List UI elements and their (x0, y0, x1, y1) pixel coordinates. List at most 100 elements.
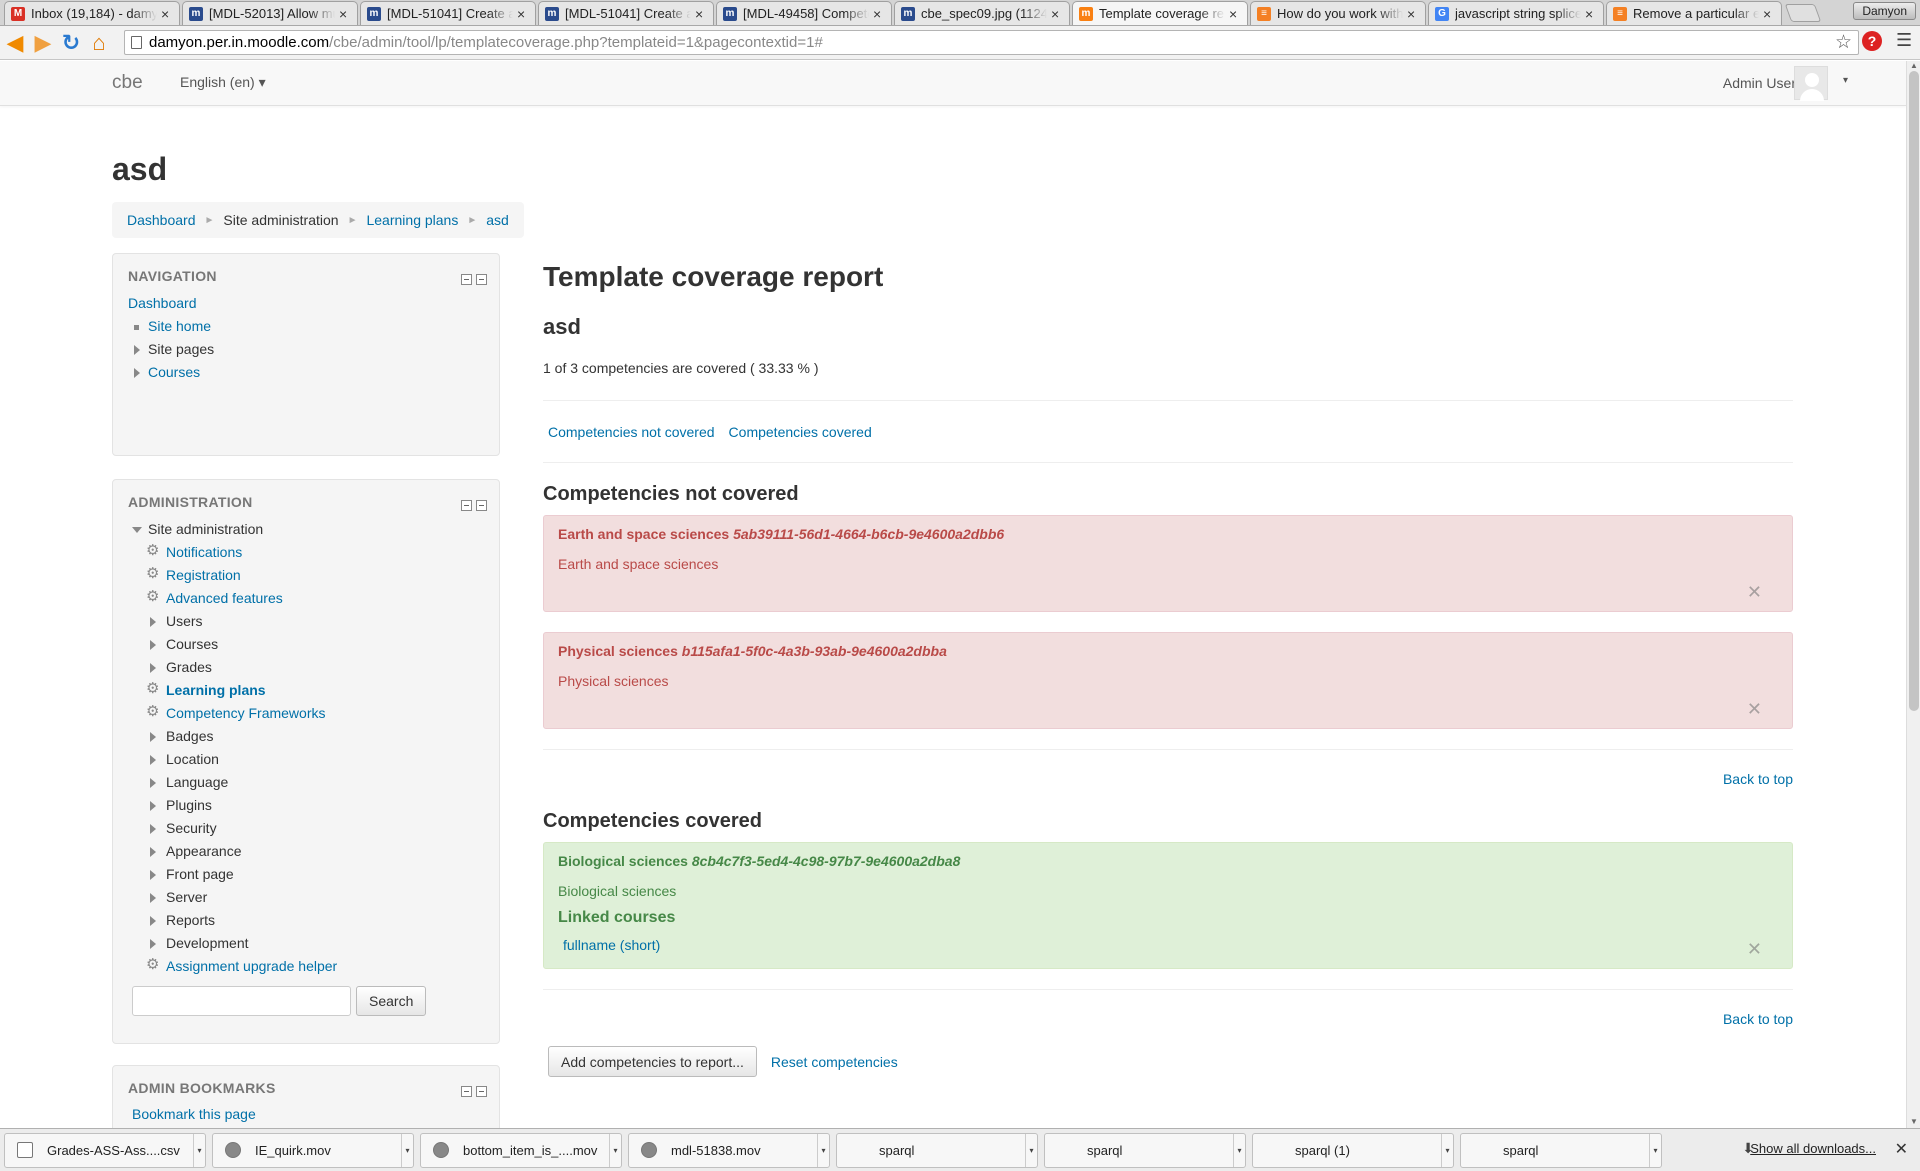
reload-button[interactable]: ↻ (58, 30, 84, 56)
browser-tab[interactable]: m [MDL-51041] Create a × (538, 1, 714, 25)
download-item[interactable]: sparql (1) ▾ (1252, 1132, 1454, 1168)
close-tab-icon[interactable]: × (1763, 6, 1775, 22)
linked-course-link[interactable]: fullname (short) (563, 937, 660, 953)
close-tab-icon[interactable]: × (1585, 6, 1597, 22)
link-competencies-covered[interactable]: Competencies covered (729, 424, 872, 440)
scrollbar-thumb[interactable] (1909, 71, 1919, 711)
reset-competencies-link[interactable]: Reset competencies (771, 1054, 898, 1070)
nav-item-site-home[interactable]: Site home (128, 315, 484, 338)
nav-item-courses[interactable]: Courses (128, 361, 484, 384)
new-tab-button[interactable] (1784, 4, 1822, 22)
user-menu-caret-icon[interactable]: ▾ (1843, 75, 1848, 86)
back-to-top-link[interactable]: Back to top (1723, 771, 1793, 787)
breadcrumb-dashboard[interactable]: Dashboard (127, 212, 196, 228)
admin-item-badges[interactable]: Badges (128, 725, 484, 748)
admin-item-development[interactable]: Development (128, 932, 484, 955)
download-menu-caret-icon[interactable]: ▾ (1441, 1133, 1453, 1167)
remove-competency-icon[interactable]: ✕ (1747, 939, 1762, 960)
forward-button[interactable]: ▶ (30, 30, 56, 56)
download-item[interactable]: IE_quirk.mov ▾ (212, 1132, 414, 1168)
profile-button[interactable]: Damyon (1853, 2, 1916, 20)
close-tab-icon[interactable]: × (339, 6, 351, 22)
download-menu-caret-icon[interactable]: ▾ (1025, 1133, 1037, 1167)
admin-item-label[interactable]: Notifications (166, 544, 242, 560)
admin-item-notifications[interactable]: ⚙ Notifications (128, 541, 484, 564)
nav-site-home-link[interactable]: Site home (148, 318, 211, 334)
close-tab-icon[interactable]: × (873, 6, 885, 22)
remove-competency-icon[interactable]: ✕ (1747, 699, 1762, 720)
close-tab-icon[interactable]: × (1229, 6, 1241, 22)
dock-block-icon[interactable] (476, 274, 487, 285)
language-menu[interactable]: English (en) ▾ (180, 74, 266, 91)
admin-item-courses[interactable]: Courses (128, 633, 484, 656)
link-competencies-not-covered[interactable]: Competencies not covered (548, 424, 715, 440)
browser-tab[interactable]: ≡ How do you work with × (1250, 1, 1426, 25)
browser-tab[interactable]: ≡ Remove a particular element × (1606, 1, 1782, 25)
user-name[interactable]: Admin User (1723, 75, 1796, 91)
admin-search-input[interactable] (132, 986, 351, 1016)
admin-item-users[interactable]: Users (128, 610, 484, 633)
home-button[interactable]: ⌂ (86, 30, 112, 56)
bookmark-this-page-link[interactable]: Bookmark this page (128, 1106, 484, 1122)
admin-item-registration[interactable]: ⚙ Registration (128, 564, 484, 587)
page-scrollbar[interactable]: ▲ ▼ (1906, 61, 1920, 1128)
avatar[interactable] (1794, 66, 1828, 101)
admin-item-assignment-upgrade-helper[interactable]: ⚙ Assignment upgrade helper (128, 955, 484, 978)
close-tab-icon[interactable]: × (695, 6, 707, 22)
site-brand[interactable]: cbe (112, 72, 143, 94)
download-menu-caret-icon[interactable]: ▾ (817, 1133, 829, 1167)
admin-item-label[interactable]: Competency Frameworks (166, 705, 326, 721)
browser-tab[interactable]: M Inbox (19,184) - damyon × (4, 1, 180, 25)
collapse-block-icon[interactable] (461, 500, 472, 511)
admin-item-competency-frameworks[interactable]: ⚙ Competency Frameworks (128, 702, 484, 725)
admin-item-label[interactable]: Assignment upgrade helper (166, 958, 337, 974)
admin-item-security[interactable]: Security (128, 817, 484, 840)
admin-item-label[interactable]: Advanced features (166, 590, 283, 606)
admin-item-site-administration[interactable]: Site administration (128, 518, 484, 541)
admin-item-label[interactable]: Learning plans (166, 682, 266, 698)
browser-tab[interactable]: m Template coverage report × (1072, 1, 1248, 25)
close-tab-icon[interactable]: × (1051, 6, 1063, 22)
chrome-menu-icon[interactable]: ☰ (1896, 30, 1912, 51)
collapse-block-icon[interactable] (461, 274, 472, 285)
admin-item-location[interactable]: Location (128, 748, 484, 771)
download-item[interactable]: sparql ▾ (1044, 1132, 1246, 1168)
browser-tab[interactable]: m [MDL-51041] Create a × (360, 1, 536, 25)
admin-item-advanced-features[interactable]: ⚙ Advanced features (128, 587, 484, 610)
admin-item-appearance[interactable]: Appearance (128, 840, 484, 863)
close-tab-icon[interactable]: × (161, 6, 173, 22)
nav-item-site-pages[interactable]: Site pages (128, 338, 484, 361)
bookmark-star-icon[interactable]: ☆ (1835, 31, 1852, 54)
admin-item-server[interactable]: Server (128, 886, 484, 909)
dock-block-icon[interactable] (476, 1086, 487, 1097)
collapse-block-icon[interactable] (461, 1086, 472, 1097)
admin-item-reports[interactable]: Reports (128, 909, 484, 932)
download-item[interactable]: Grades-ASS-Ass....csv ▾ (4, 1132, 206, 1168)
remove-competency-icon[interactable]: ✕ (1747, 582, 1762, 603)
dock-block-icon[interactable] (476, 500, 487, 511)
browser-tab[interactable]: m cbe_spec09.jpg (1124 × (894, 1, 1070, 25)
download-menu-caret-icon[interactable]: ▾ (1649, 1133, 1661, 1167)
download-item[interactable]: sparql ▾ (836, 1132, 1038, 1168)
download-item[interactable]: mdl-51838.mov ▾ (628, 1132, 830, 1168)
scroll-up-arrow-icon[interactable]: ▲ (1910, 61, 1918, 70)
download-item[interactable]: bottom_item_is_....mov ▾ (420, 1132, 622, 1168)
download-item[interactable]: sparql ▾ (1460, 1132, 1662, 1168)
admin-item-language[interactable]: Language (128, 771, 484, 794)
download-menu-caret-icon[interactable]: ▾ (193, 1133, 205, 1167)
admin-item-plugins[interactable]: Plugins (128, 794, 484, 817)
browser-tab[interactable]: m [MDL-52013] Allow multiple × (182, 1, 358, 25)
browser-tab[interactable]: Gjavascript string splice × (1428, 1, 1604, 25)
admin-item-front-page[interactable]: Front page (128, 863, 484, 886)
admin-item-learning-plans[interactable]: ⚙ Learning plans (128, 679, 484, 702)
add-competencies-button[interactable]: Add competencies to report... (548, 1046, 757, 1077)
admin-item-label[interactable]: Registration (166, 567, 241, 583)
breadcrumb-learning-plans[interactable]: Learning plans (366, 212, 458, 228)
close-tab-icon[interactable]: × (517, 6, 529, 22)
back-to-top-link[interactable]: Back to top (1723, 1011, 1793, 1027)
show-all-downloads-link[interactable]: Show all downloads... (1750, 1141, 1876, 1156)
scroll-down-arrow-icon[interactable]: ▼ (1910, 1117, 1918, 1126)
back-button[interactable]: ◀ (2, 30, 28, 56)
download-menu-caret-icon[interactable]: ▾ (1233, 1133, 1245, 1167)
close-tab-icon[interactable]: × (1407, 6, 1419, 22)
